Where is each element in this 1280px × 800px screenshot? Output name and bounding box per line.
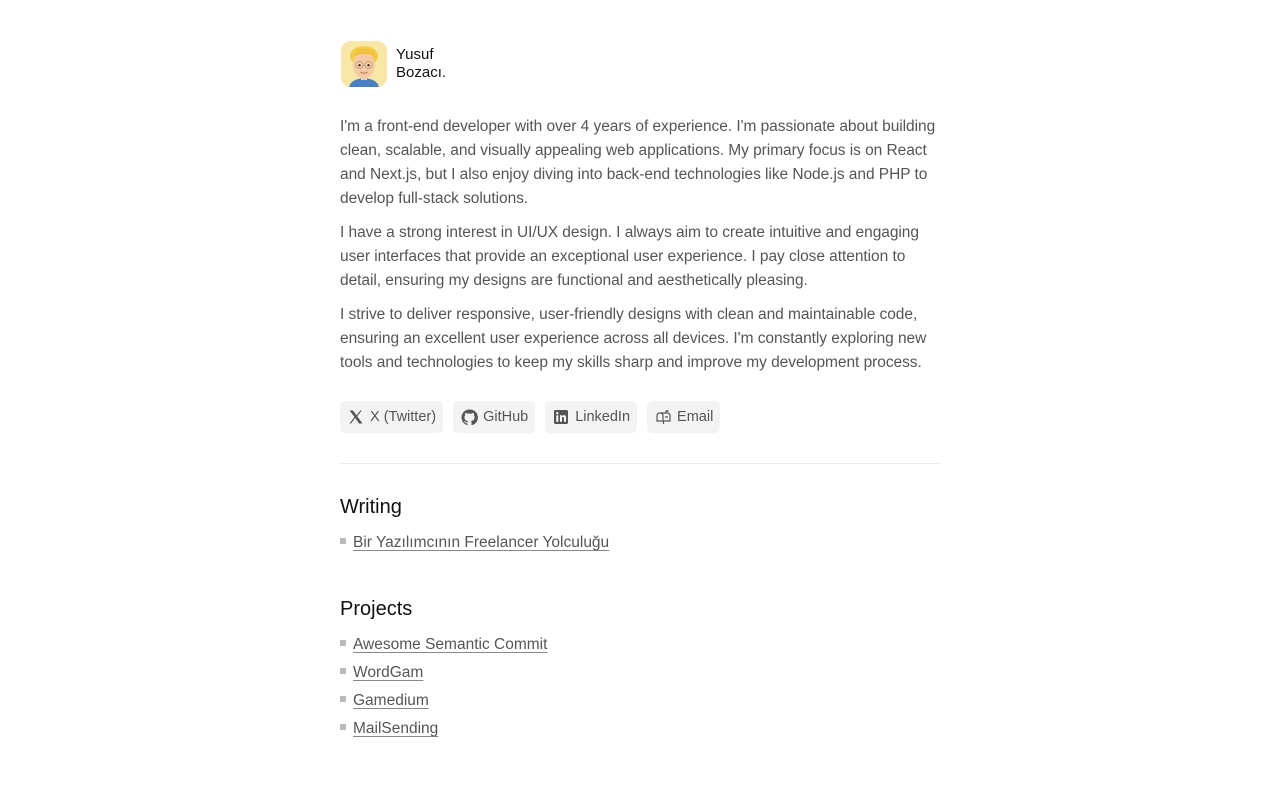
profile-name: Yusuf Bozacı.	[396, 46, 446, 82]
list-item: WordGam	[340, 659, 940, 687]
writing-link[interactable]: Bir Yazılımcının Freelancer Yolculuğu	[353, 534, 609, 552]
project-link[interactable]: MailSending	[353, 720, 438, 738]
list-item: Awesome Semantic Commit	[340, 631, 940, 659]
list-item: Gamedium	[340, 687, 940, 715]
profile-last-name: Bozacı.	[396, 64, 447, 81]
bio-paragraph: I strive to deliver responsive, user-fri…	[340, 306, 927, 371]
social-link-github[interactable]: GitHub	[453, 401, 536, 433]
bio-paragraph: I'm a front-end developer with over 4 ye…	[340, 118, 936, 207]
social-link-twitter[interactable]: X (Twitter)	[340, 401, 444, 433]
project-link[interactable]: WordGam	[353, 664, 423, 682]
social-link-email[interactable]: Email	[647, 401, 721, 433]
bullet-marker	[340, 668, 346, 674]
memoji-avatar-icon	[341, 41, 387, 87]
social-label: Email	[677, 409, 714, 425]
profile-first-name: Yusuf	[396, 46, 434, 63]
x-twitter-icon	[347, 408, 365, 426]
bio-section: I'm a front-end developer with over 4 ye…	[340, 115, 940, 375]
project-link[interactable]: Gamedium	[353, 692, 429, 710]
social-label: X (Twitter)	[370, 409, 437, 425]
bullet-marker	[340, 640, 346, 646]
social-label: GitHub	[483, 409, 529, 425]
projects-heading: Projects	[340, 598, 413, 620]
page-container: Yusuf Bozacı. I'm a front-end developer …	[340, 40, 940, 743]
profile-header: Yusuf Bozacı.	[340, 40, 940, 88]
social-link-linkedin[interactable]: LinkedIn	[545, 401, 638, 433]
github-icon	[460, 408, 478, 426]
writing-list: Bir Yazılımcının Freelancer Yolculuğu	[340, 529, 940, 557]
linkedin-icon	[552, 408, 570, 426]
section-divider	[340, 463, 940, 464]
bullet-marker	[340, 724, 346, 730]
social-label: LinkedIn	[575, 409, 631, 425]
writing-heading: Writing	[340, 496, 402, 518]
bullet-marker	[340, 538, 346, 544]
social-links: X (Twitter) GitHub LinkedIn Email	[340, 401, 940, 433]
mailbox-icon	[654, 408, 672, 426]
projects-list: Awesome Semantic Commit WordGam Gamedium…	[340, 631, 940, 743]
project-link[interactable]: Awesome Semantic Commit	[353, 636, 547, 654]
list-item: MailSending	[340, 715, 940, 743]
bio-paragraph: I have a strong interest in UI/UX design…	[340, 224, 919, 289]
list-item: Bir Yazılımcının Freelancer Yolculuğu	[340, 529, 940, 557]
bullet-marker	[340, 696, 346, 702]
